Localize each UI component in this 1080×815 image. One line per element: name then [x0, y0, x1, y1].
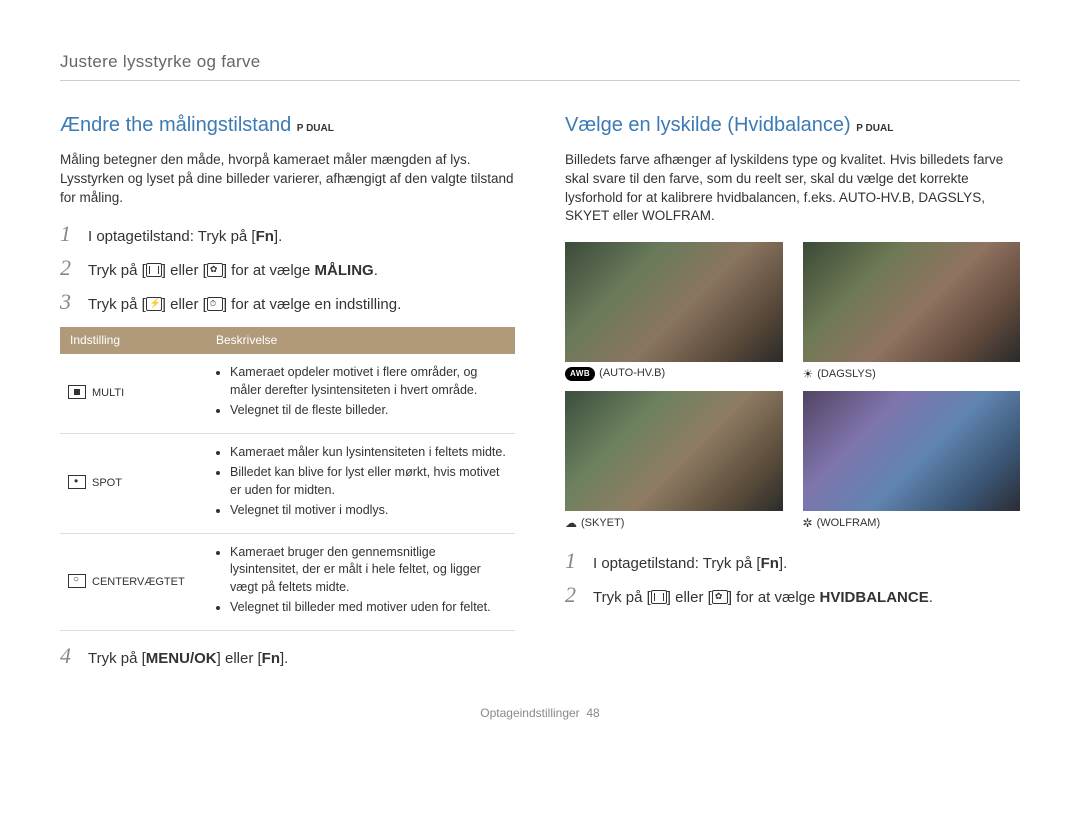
disp-icon	[146, 263, 162, 277]
table-row: MULTI Kameraet opdeler motivet i flere o…	[60, 354, 515, 433]
step-number: 1	[60, 223, 78, 245]
step-text: Tryk på [] eller [] for at vælge MÅLING.	[88, 257, 515, 281]
flash-icon	[146, 297, 162, 311]
left-intro: Måling betegner den måde, hvorpå kamerae…	[60, 151, 515, 208]
th-description: Beskrivelse	[206, 327, 515, 354]
right-steps: 1 I optagetilstand: Tryk på [Fn]. 2 Tryk…	[565, 550, 1020, 608]
awb-badge-icon: AWB	[565, 367, 595, 380]
wb-label: ☁ (SKYET)	[565, 515, 783, 532]
sample-photo	[565, 242, 783, 362]
right-heading-text: Vælge en lyskilde (Hvidbalance)	[565, 114, 851, 136]
step-item: 1 I optagetilstand: Tryk på [Fn].	[565, 550, 1020, 574]
page-footer: Optageindstillinger 48	[60, 705, 1020, 722]
mode-badge-right: P DUAL	[856, 123, 893, 134]
bulb-icon: ✲	[803, 515, 813, 532]
wb-label: ✲ (WOLFRAM)	[803, 515, 1021, 532]
macro-icon	[712, 590, 728, 604]
step-number: 2	[565, 584, 583, 606]
setting-name: MULTI	[60, 354, 206, 433]
footer-page-number: 48	[586, 706, 599, 720]
right-intro: Billedets farve afhænger af lyskildens t…	[565, 151, 1020, 227]
timer-icon	[207, 297, 223, 311]
left-heading-text: Ændre the målingstilstand	[60, 114, 291, 136]
table-row: SPOT Kameraet måler kun lysintensiteten …	[60, 433, 515, 533]
th-setting: Indstilling	[60, 327, 206, 354]
step-text: Tryk på [] eller [] for at vælge HVIDBAL…	[593, 584, 1020, 608]
sample-photo	[803, 242, 1021, 362]
cloud-icon: ☁	[565, 515, 577, 532]
setting-name: SPOT	[60, 433, 206, 533]
settings-table: Indstilling Beskrivelse MULTI Kameraet o…	[60, 327, 515, 630]
left-heading: Ændre the målingstilstand P DUAL	[60, 111, 515, 139]
footer-section: Optageindstillinger	[480, 706, 579, 720]
multi-icon	[68, 385, 86, 399]
setting-desc: Kameraet måler kun lysintensiteten i fel…	[206, 433, 515, 533]
disp-icon	[651, 590, 667, 604]
setting-name: CENTERVÆGTET	[60, 533, 206, 630]
step-item: 4 Tryk på [MENU/OK] eller [Fn].	[60, 645, 515, 669]
wb-sample-cloudy: ☁ (SKYET)	[565, 391, 783, 532]
whitebalance-grid: AWB (AUTO-HV.B) ☀ (DAGSLYS) ☁ (SKYET)	[565, 242, 1020, 532]
wb-label: AWB (AUTO-HV.B)	[565, 366, 783, 381]
sample-photo	[803, 391, 1021, 511]
step-text: Tryk på [] eller [] for at vælge en inds…	[88, 291, 515, 315]
setting-desc: Kameraet opdeler motivet i flere områder…	[206, 354, 515, 433]
left-column: Ændre the målingstilstand P DUAL Måling …	[60, 111, 515, 681]
wb-sample-tungsten: ✲ (WOLFRAM)	[803, 391, 1021, 532]
wb-label: ☀ (DAGSLYS)	[803, 366, 1021, 383]
setting-desc: Kameraet bruger den gennemsnitlige lysin…	[206, 533, 515, 630]
right-column: Vælge en lyskilde (Hvidbalance) P DUAL B…	[565, 111, 1020, 681]
step-number: 4	[60, 645, 78, 667]
sun-icon: ☀	[803, 366, 814, 383]
step-number: 1	[565, 550, 583, 572]
left-step4: 4 Tryk på [MENU/OK] eller [Fn].	[60, 645, 515, 669]
doc-section-title: Justere lysstyrke og farve	[60, 50, 1020, 81]
left-steps: 1 I optagetilstand: Tryk på [Fn]. 2 Tryk…	[60, 223, 515, 315]
step-text: I optagetilstand: Tryk på [Fn].	[593, 550, 1020, 574]
wb-sample-daylight: ☀ (DAGSLYS)	[803, 242, 1021, 383]
main-columns: Ændre the målingstilstand P DUAL Måling …	[60, 111, 1020, 681]
sample-photo	[565, 391, 783, 511]
wb-sample-auto: AWB (AUTO-HV.B)	[565, 242, 783, 383]
center-weighted-icon	[68, 574, 86, 588]
step-number: 3	[60, 291, 78, 313]
step-item: 2 Tryk på [] eller [] for at vælge HVIDB…	[565, 584, 1020, 608]
step-number: 2	[60, 257, 78, 279]
mode-badge-left: P DUAL	[297, 123, 334, 134]
step-item: 2 Tryk på [] eller [] for at vælge MÅLIN…	[60, 257, 515, 281]
macro-icon	[207, 263, 223, 277]
step-text: I optagetilstand: Tryk på [Fn].	[88, 223, 515, 247]
step-item: 3 Tryk på [] eller [] for at vælge en in…	[60, 291, 515, 315]
step-item: 1 I optagetilstand: Tryk på [Fn].	[60, 223, 515, 247]
step-text: Tryk på [MENU/OK] eller [Fn].	[88, 645, 515, 669]
spot-icon	[68, 475, 86, 489]
right-heading: Vælge en lyskilde (Hvidbalance) P DUAL	[565, 111, 1020, 139]
table-row: CENTERVÆGTET Kameraet bruger den gennems…	[60, 533, 515, 630]
